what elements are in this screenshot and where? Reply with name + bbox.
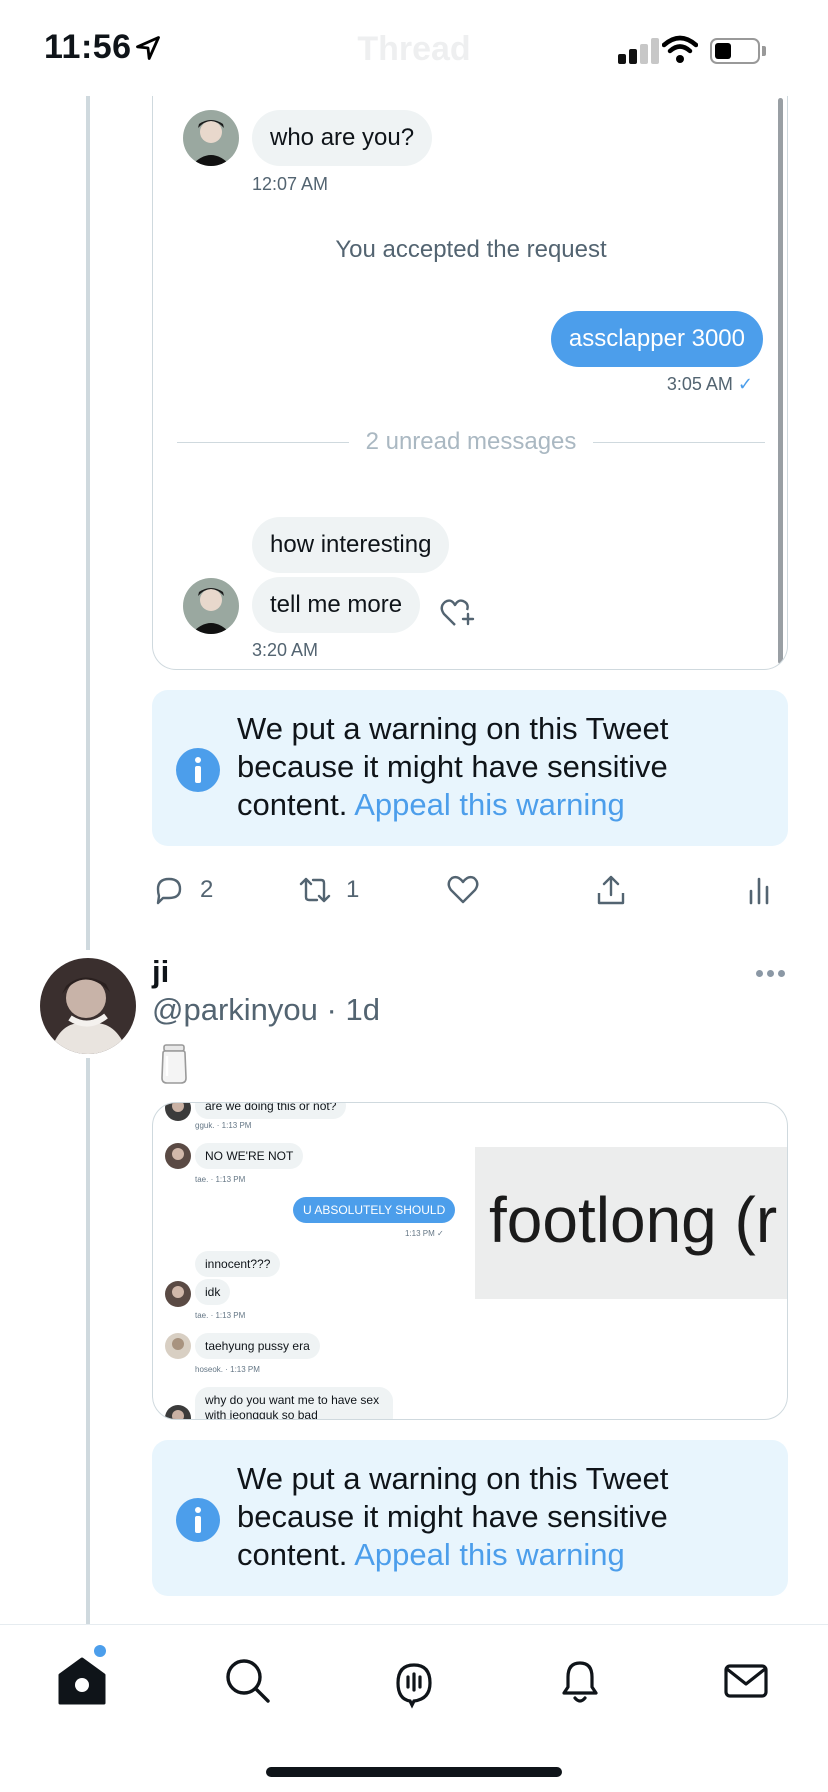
appeal-warning-link[interactable]: Appeal this warning xyxy=(354,1537,625,1572)
jar-emoji xyxy=(161,1044,187,1084)
battery-icon xyxy=(710,38,760,64)
avatar xyxy=(165,1281,191,1307)
home-icon xyxy=(58,1657,106,1705)
info-icon xyxy=(176,748,220,792)
avatar xyxy=(183,578,239,634)
appeal-warning-link[interactable]: Appeal this warning xyxy=(354,787,625,822)
media-bubble: are we doing this or not? xyxy=(195,1103,347,1119)
tweet-media-image[interactable]: are we doing this or not? gguk. · 1:13 P… xyxy=(152,1102,788,1420)
avatar xyxy=(165,1333,191,1359)
footlong-overlay-image: footlong (r xyxy=(475,1147,787,1299)
display-name[interactable]: ji xyxy=(152,954,169,990)
reply-count: 2 xyxy=(200,876,214,903)
media-bubble-sent: U ABSOLUTELY SHOULD xyxy=(293,1197,456,1223)
tweet-meta: @parkinyou · 1d xyxy=(152,992,380,1028)
search-icon xyxy=(226,1659,270,1703)
status-indicators xyxy=(618,35,788,64)
avatar xyxy=(165,1103,191,1121)
sensitive-content-warning: We put a warning on this Tweet because i… xyxy=(152,1440,788,1596)
media-bubble: idk xyxy=(195,1279,231,1305)
sensitive-content-warning: We put a warning on this Tweet because i… xyxy=(152,690,788,846)
heart-add-icon[interactable] xyxy=(439,595,475,631)
read-check-icon: ✓ xyxy=(737,374,753,394)
spaces-icon xyxy=(396,1663,432,1709)
bottom-tab-bar xyxy=(0,1624,828,1792)
tab-spaces[interactable] xyxy=(386,1653,442,1709)
message-bubble: tell me more xyxy=(252,577,421,633)
dm-screenshot-card[interactable]: who are you? 12:07 AM You accepted the r… xyxy=(152,92,788,670)
scrollbar xyxy=(778,98,783,664)
divider xyxy=(593,442,765,443)
analytics-button[interactable] xyxy=(742,870,776,910)
notifications-icon xyxy=(562,1661,598,1703)
avatar xyxy=(165,1143,191,1169)
message-bubble-sent: assclapper 3000 xyxy=(550,311,763,367)
analytics-icon xyxy=(749,877,769,905)
home-notification-dot xyxy=(94,1645,106,1657)
reply-button[interactable]: 2 xyxy=(152,870,213,910)
media-bubble: taehyung pussy era xyxy=(195,1333,320,1359)
home-indicator xyxy=(266,1767,562,1777)
reply-icon xyxy=(156,877,182,905)
thread-line xyxy=(86,1058,90,1624)
media-meta: tae. · 1:13 PM xyxy=(195,1175,246,1184)
tab-search[interactable] xyxy=(220,1653,276,1709)
media-meta: hoseok. · 1:13 PM xyxy=(195,1365,260,1374)
tab-notifications[interactable] xyxy=(552,1653,608,1709)
message-bubble: how interesting xyxy=(252,517,450,573)
tweet-time: 1d xyxy=(345,992,380,1027)
media-meta: gguk. · 1:13 PM xyxy=(195,1121,252,1130)
handle[interactable]: @parkinyou xyxy=(152,992,318,1027)
message-time: 12:07 AM xyxy=(252,174,329,194)
tab-home[interactable] xyxy=(54,1653,110,1709)
separator: · xyxy=(317,992,346,1027)
share-icon xyxy=(597,875,625,905)
overlay-text: footlong (r xyxy=(489,1184,778,1256)
media-meta: 1:13 PM ✓ xyxy=(405,1229,444,1238)
status-bar: 11:56 Thread xyxy=(0,0,828,96)
media-bubble: NO WE'RE NOT xyxy=(195,1143,304,1169)
thread-line xyxy=(86,96,90,950)
media-bubble: why do you want me to have sex with jeon… xyxy=(195,1387,393,1419)
message-time: 3:20 AM xyxy=(252,640,319,660)
share-button[interactable] xyxy=(594,870,628,910)
media-bubble: innocent??? xyxy=(195,1251,281,1277)
avatar[interactable] xyxy=(40,958,136,1054)
like-button[interactable] xyxy=(446,870,480,910)
retweet-count: 1 xyxy=(346,876,360,903)
messages-icon xyxy=(724,1664,768,1698)
retweet-icon xyxy=(299,877,331,903)
tab-messages[interactable] xyxy=(718,1653,774,1709)
avatar xyxy=(183,110,239,166)
more-options-icon[interactable] xyxy=(756,970,786,978)
heart-icon xyxy=(447,875,479,904)
retweet-button[interactable]: 1 xyxy=(298,870,359,910)
message-time: 3:05 AM ✓ xyxy=(666,374,753,394)
avatar xyxy=(165,1405,191,1419)
info-icon xyxy=(176,1498,220,1542)
media-meta: tae. · 1:13 PM xyxy=(195,1311,246,1320)
system-message: You accepted the request xyxy=(335,236,607,263)
message-bubble: who are you? xyxy=(252,110,433,166)
wifi-icon xyxy=(662,35,698,63)
